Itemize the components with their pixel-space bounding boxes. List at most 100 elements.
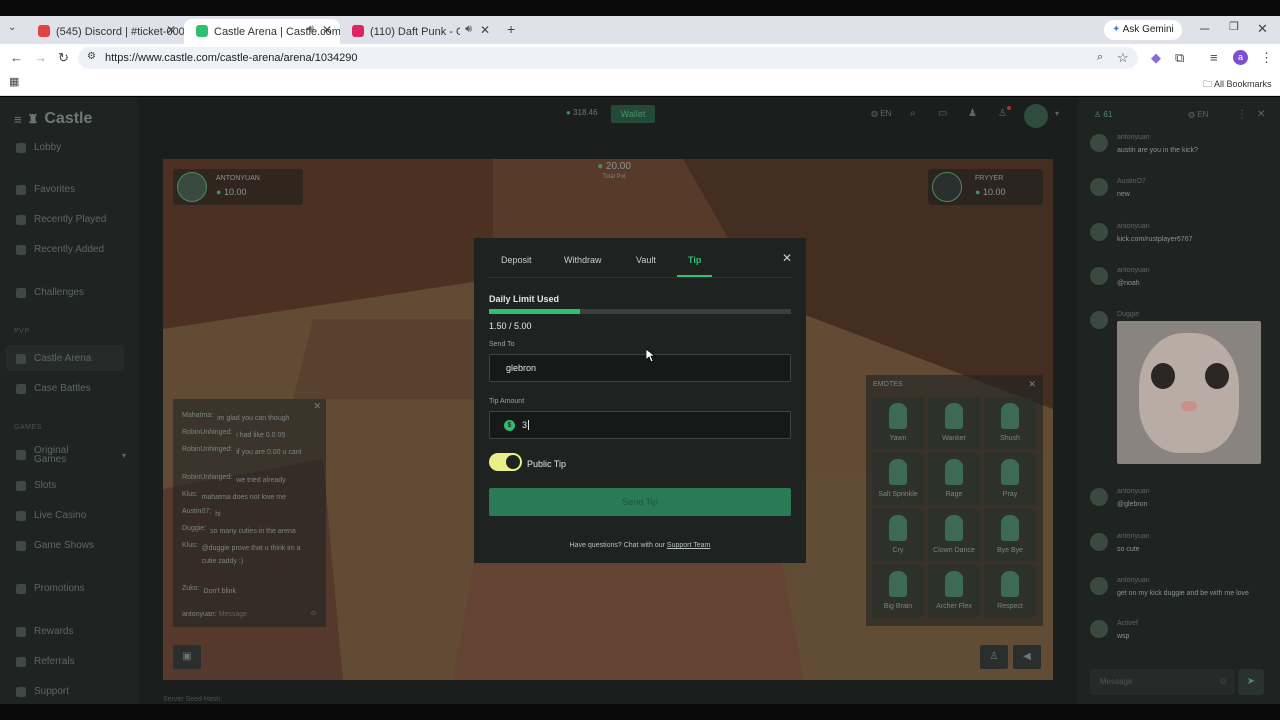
back-icon[interactable]: ←	[10, 51, 23, 64]
sidebar-item-recently-played[interactable]: Recently Played	[16, 214, 106, 225]
sidebar-item-lobby[interactable]: Lobby	[16, 142, 61, 153]
chat-bubble-icon[interactable]: ▭	[938, 108, 947, 119]
game-chat-input[interactable]: antonyuan: Message ☺	[182, 610, 322, 618]
message-user[interactable]: Klus:	[182, 491, 198, 504]
send-to-input[interactable]: glebron	[489, 354, 791, 382]
language-selector[interactable]: ◍ EN	[871, 109, 891, 118]
sidebar-item-slots[interactable]: Slots	[16, 480, 56, 491]
chat-username[interactable]: Activef	[1117, 620, 1138, 627]
profile-avatar[interactable]: a	[1233, 50, 1248, 65]
chat-avatar[interactable]	[1090, 223, 1108, 241]
sidebar-item-game-shows[interactable]: Game Shows	[16, 540, 94, 551]
chat-avatar[interactable]	[1090, 620, 1108, 638]
tab-deposit[interactable]: Deposit	[501, 255, 532, 265]
emoji-icon[interactable]: ☺	[1219, 676, 1228, 686]
friends-icon[interactable]: ♙	[998, 108, 1007, 119]
message-user[interactable]: Duggie:	[182, 525, 206, 538]
balance-display[interactable]: ● 318.46	[566, 108, 598, 117]
sidebar-item-promotions[interactable]: Promotions	[16, 583, 85, 594]
emote-item[interactable]: Rage	[928, 453, 980, 505]
sidebar-item-support[interactable]: Support	[16, 686, 69, 697]
emoji-icon[interactable]: ☺	[310, 610, 317, 617]
sidebar-item-challenges[interactable]: Challenges	[16, 287, 84, 298]
close-modal-icon[interactable]: ✕	[782, 251, 792, 265]
sidebar-item-original-games[interactable]: Original Games ▾	[16, 446, 126, 465]
chat-avatar[interactable]	[1090, 134, 1108, 152]
menu-dots-icon[interactable]: ⋮	[1260, 51, 1273, 64]
close-icon[interactable]: ✕	[313, 401, 321, 412]
chevron-down-icon[interactable]: ▾	[1055, 109, 1059, 118]
bell-icon[interactable]: ♟	[968, 108, 977, 119]
castle-logo[interactable]: ≡ ♜ Castle	[14, 110, 92, 128]
emote-item[interactable]: Yawn	[872, 397, 924, 449]
chat-avatar[interactable]	[1090, 311, 1108, 329]
message-user[interactable]: Austin07:	[182, 508, 211, 521]
emote-item[interactable]: Bye Bye	[984, 509, 1036, 561]
sidebar-item-favorites[interactable]: Favorites	[16, 184, 75, 195]
close-icon[interactable]: ✕	[1028, 379, 1036, 390]
chat-avatar[interactable]	[1090, 178, 1108, 196]
emote-item[interactable]: Pray	[984, 453, 1036, 505]
sidebar-item-case-battles[interactable]: Case Battles	[16, 383, 91, 394]
extensions-puzzle-icon[interactable]: ⧉	[1175, 51, 1184, 64]
chat-username[interactable]: antonyuan	[1117, 488, 1150, 495]
sidebar-item-rewards[interactable]: Rewards	[16, 626, 73, 637]
speaker-icon[interactable]: 🔊︎	[465, 23, 472, 36]
minimize-icon[interactable]: ─	[1200, 22, 1209, 35]
message-user[interactable]: Mahatma:	[182, 412, 213, 425]
sidebar-item-recently-added[interactable]: Recently Added	[16, 244, 104, 255]
chat-username[interactable]: antonyuan	[1117, 223, 1150, 230]
chat-username[interactable]: antonyuan	[1117, 134, 1150, 141]
chat-message-input[interactable]: Message ☺	[1090, 669, 1235, 695]
maximize-icon[interactable]: ❐	[1229, 22, 1239, 33]
extension-icon[interactable]: ◆	[1151, 51, 1161, 64]
close-chat-icon[interactable]: ✕	[1257, 109, 1265, 120]
chat-avatar[interactable]	[1090, 267, 1108, 285]
volume-icon[interactable]: ◀	[1013, 645, 1041, 669]
chat-language-selector[interactable]: ◍ EN	[1188, 110, 1208, 119]
media-icon[interactable]: ≡	[1210, 51, 1218, 64]
tab-tip[interactable]: Tip	[688, 255, 701, 265]
message-user[interactable]: Klus:	[182, 542, 198, 568]
emote-item[interactable]: Archer Flex	[928, 565, 980, 617]
apps-grid-icon[interactable]: ▦	[9, 77, 19, 88]
bookmark-star-icon[interactable]: ☆	[1117, 51, 1129, 64]
sidebar-item-castle-arena[interactable]: Castle Arena	[16, 353, 91, 364]
site-info-icon[interactable]: ⚙	[87, 52, 96, 62]
search-icon[interactable]: ⌕	[910, 108, 916, 119]
chat-avatar[interactable]	[1090, 577, 1108, 595]
tab-discord[interactable]: (545) Discord | #ticket-0008 | cc ✕	[26, 19, 184, 44]
close-tab-icon[interactable]: ✕	[480, 23, 490, 37]
emote-item[interactable]: Clown Dance	[928, 509, 980, 561]
public-tip-toggle[interactable]	[489, 453, 522, 471]
message-user[interactable]: RobinUnhinged:	[182, 429, 232, 442]
ask-gemini-button[interactable]: ✦ Ask Gemini	[1104, 20, 1182, 40]
url-input[interactable]: ⚙ https://www.castle.com/castle-arena/ar…	[78, 47, 1138, 69]
message-user[interactable]: RobinUnhinged:	[182, 446, 232, 459]
chevron-down-icon[interactable]: ▾	[122, 451, 126, 460]
forward-icon[interactable]: →	[34, 51, 47, 64]
new-tab-icon[interactable]: +	[507, 22, 515, 36]
tab-vault[interactable]: Vault	[636, 255, 656, 265]
emote-item[interactable]: Salt Sprinkle	[872, 453, 924, 505]
tab-castle[interactable]: Castle Arena | Castle.com 🔊︎ ✕	[184, 19, 340, 44]
emote-item[interactable]: Respect	[984, 565, 1036, 617]
wallet-button[interactable]: Wallet	[611, 105, 655, 123]
speaker-icon[interactable]: 🔊︎	[307, 23, 314, 36]
cat-image[interactable]	[1117, 321, 1261, 464]
close-window-icon[interactable]: ✕	[1257, 22, 1268, 35]
emote-item[interactable]: Shush	[984, 397, 1036, 449]
user-avatar[interactable]	[1024, 104, 1048, 128]
support-team-link[interactable]: Support Team	[667, 542, 710, 549]
chat-username[interactable]: antonyuan	[1117, 533, 1150, 540]
emote-item[interactable]: Cry	[872, 509, 924, 561]
chat-username[interactable]: antonyuan	[1117, 267, 1150, 274]
chat-avatar[interactable]	[1090, 533, 1108, 551]
tab-withdraw[interactable]: Withdraw	[564, 255, 602, 265]
tab-search-chevron-icon[interactable]: ⌄	[8, 23, 16, 33]
send-tip-button[interactable]: Send Tip	[489, 488, 791, 516]
chat-username[interactable]: antonyuan	[1117, 577, 1150, 584]
chat-username[interactable]: AustinO7	[1117, 178, 1146, 185]
chat-toggle-icon[interactable]: ▣	[173, 645, 201, 669]
zoom-icon[interactable]: ⌕	[1097, 52, 1103, 63]
